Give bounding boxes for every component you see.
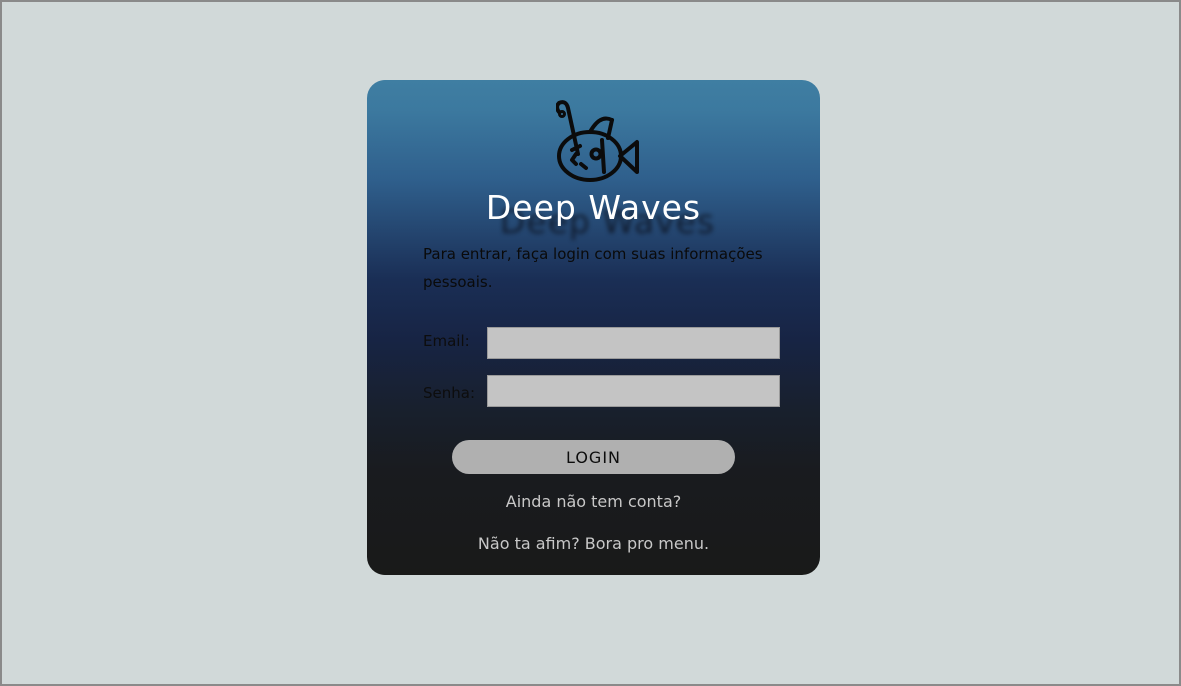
signup-link[interactable]: Ainda não tem conta? bbox=[367, 492, 820, 511]
password-field[interactable] bbox=[487, 375, 780, 407]
brand-title: Deep Waves bbox=[485, 188, 702, 227]
login-button[interactable]: LOGIN bbox=[452, 440, 735, 474]
password-label: Senha: bbox=[423, 384, 476, 402]
page-background: Deep Waves Deep Waves Para entrar, faça … bbox=[0, 0, 1181, 686]
login-card: Deep Waves Deep Waves Para entrar, faça … bbox=[367, 80, 820, 575]
login-instructions: Para entrar, faça login com suas informa… bbox=[423, 245, 763, 291]
anglerfish-icon bbox=[556, 100, 639, 182]
email-label: Email: bbox=[423, 332, 470, 350]
menu-link[interactable]: Não ta afim? Bora pro menu. bbox=[367, 534, 820, 553]
email-field[interactable] bbox=[487, 327, 780, 359]
